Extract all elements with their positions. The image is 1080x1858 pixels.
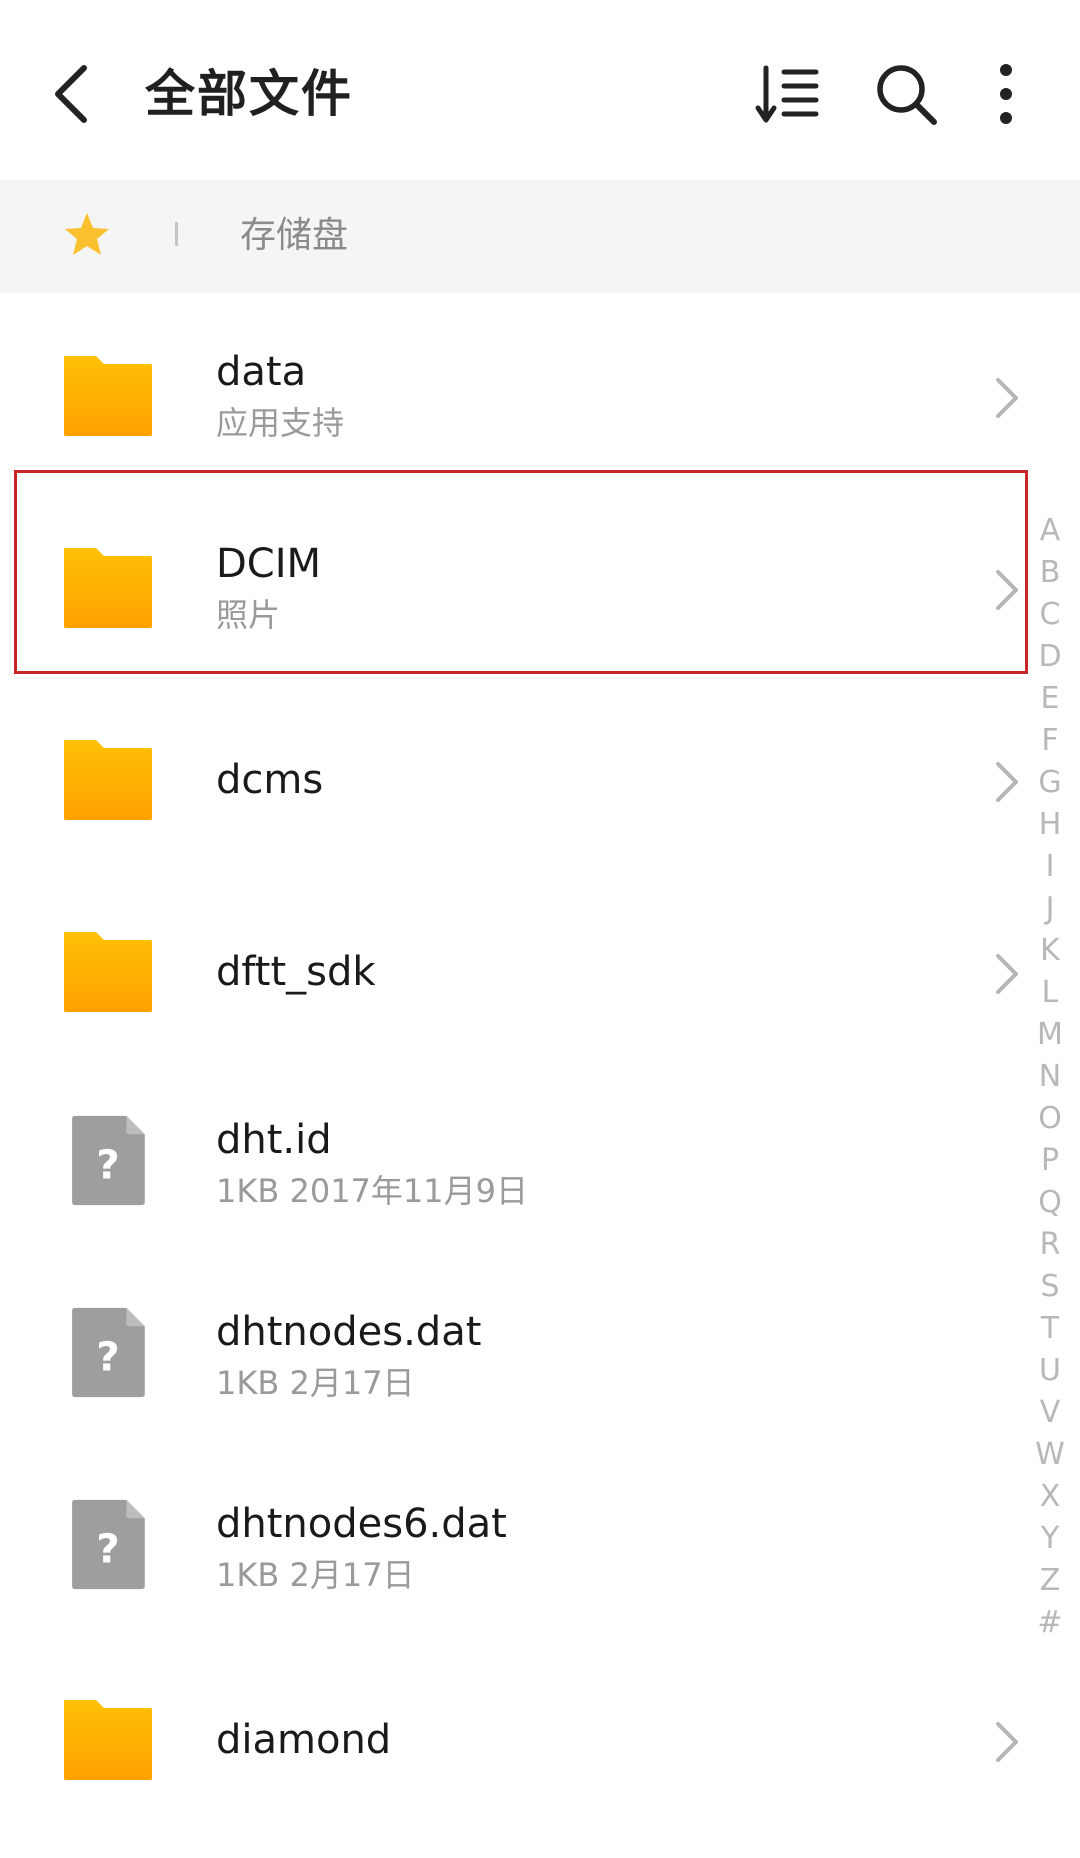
file-name: dcms — [216, 757, 324, 803]
index-letter[interactable]: E — [1030, 678, 1070, 720]
list-item[interactable]: diamond — [0, 1644, 1030, 1836]
file-name: dftt_sdk — [216, 949, 376, 995]
index-letter[interactable]: # — [1030, 1602, 1070, 1644]
unknown-file-icon: ? — [72, 1115, 145, 1206]
top-bar: 全部文件 — [0, 0, 1080, 180]
file-subtitle: 1KB 2月17日 — [216, 1556, 415, 1594]
file-name: dht.id — [216, 1117, 332, 1163]
index-letter[interactable]: F — [1030, 720, 1070, 762]
more-vertical-icon[interactable] — [970, 58, 1042, 130]
list-item[interactable]: data 应用支持 — [0, 300, 1030, 492]
search-icon[interactable] — [870, 58, 942, 130]
breadcrumb-separator — [175, 222, 178, 246]
svg-text:?: ? — [96, 1140, 119, 1188]
list-item[interactable]: ? dht.id 1KB 2017年11月9日 — [0, 1068, 1030, 1260]
index-letter[interactable]: C — [1030, 594, 1070, 636]
folder-icon — [64, 1700, 152, 1780]
index-letter[interactable]: N — [1030, 1056, 1070, 1098]
unknown-file-icon: ? — [72, 1499, 145, 1590]
folder-icon — [64, 548, 152, 628]
index-letter[interactable]: O — [1030, 1098, 1070, 1140]
svg-text:?: ? — [96, 1524, 119, 1572]
folder-icon — [64, 932, 152, 1012]
page-title: 全部文件 — [145, 65, 353, 123]
file-subtitle: 1KB 2月17日 — [216, 1364, 415, 1402]
index-letter[interactable]: G — [1030, 762, 1070, 804]
index-letter[interactable]: S — [1030, 1266, 1070, 1308]
index-letter[interactable]: I — [1030, 846, 1070, 888]
index-letter[interactable]: W — [1030, 1434, 1070, 1476]
list-item[interactable]: ? dhtnodes6.dat 1KB 2月17日 — [0, 1452, 1030, 1644]
breadcrumb-storage[interactable]: 存储盘 — [240, 210, 348, 262]
sort-list-icon[interactable] — [752, 58, 824, 130]
back-chevron-icon[interactable] — [40, 58, 104, 130]
unknown-file-icon: ? — [72, 1307, 145, 1398]
list-item[interactable]: dcms — [0, 684, 1030, 876]
index-letter[interactable]: B — [1030, 552, 1070, 594]
list-item[interactable]: ? dhtnodes.dat 1KB 2月17日 — [0, 1260, 1030, 1452]
index-letter[interactable]: D — [1030, 636, 1070, 678]
index-letter[interactable]: T — [1030, 1308, 1070, 1350]
index-letter[interactable]: L — [1030, 972, 1070, 1014]
file-subtitle: 应用支持 — [216, 404, 345, 442]
star-icon[interactable] — [62, 210, 112, 260]
list-item[interactable]: dftt_sdk — [0, 876, 1030, 1068]
svg-text:?: ? — [96, 1332, 119, 1380]
index-letter[interactable]: H — [1030, 804, 1070, 846]
file-name: DCIM — [216, 541, 322, 587]
breadcrumb — [0, 180, 1080, 293]
chevron-right-icon — [996, 762, 1018, 802]
file-subtitle: 1KB 2017年11月9日 — [216, 1172, 528, 1210]
index-letter[interactable]: Q — [1030, 1182, 1070, 1224]
list-item[interactable]: DCIM 照片 — [0, 492, 1030, 684]
index-letter[interactable]: V — [1030, 1392, 1070, 1434]
index-letter[interactable]: K — [1030, 930, 1070, 972]
index-letter[interactable]: P — [1030, 1140, 1070, 1182]
file-manager-page: 全部文件 存储盘 data 应用支持 DCIM 照片 dcms dftt_sdk… — [0, 0, 1080, 1858]
chevron-right-icon — [996, 570, 1018, 610]
index-letter[interactable]: Y — [1030, 1518, 1070, 1560]
index-letter[interactable]: R — [1030, 1224, 1070, 1266]
file-name: dhtnodes.dat — [216, 1309, 482, 1355]
folder-icon — [64, 356, 152, 436]
chevron-right-icon — [996, 954, 1018, 994]
file-subtitle: 照片 — [216, 596, 281, 634]
file-name: dhtnodes6.dat — [216, 1501, 507, 1547]
chevron-right-icon — [996, 1722, 1018, 1762]
file-name: data — [216, 349, 307, 395]
chevron-right-icon — [996, 378, 1018, 418]
folder-icon — [64, 740, 152, 820]
index-letter[interactable]: A — [1030, 510, 1070, 552]
index-letter[interactable]: M — [1030, 1014, 1070, 1056]
index-letter[interactable]: Z — [1030, 1560, 1070, 1602]
file-name: diamond — [216, 1717, 392, 1763]
index-letter[interactable]: X — [1030, 1476, 1070, 1518]
index-letter[interactable]: U — [1030, 1350, 1070, 1392]
index-letter[interactable]: J — [1030, 888, 1070, 930]
